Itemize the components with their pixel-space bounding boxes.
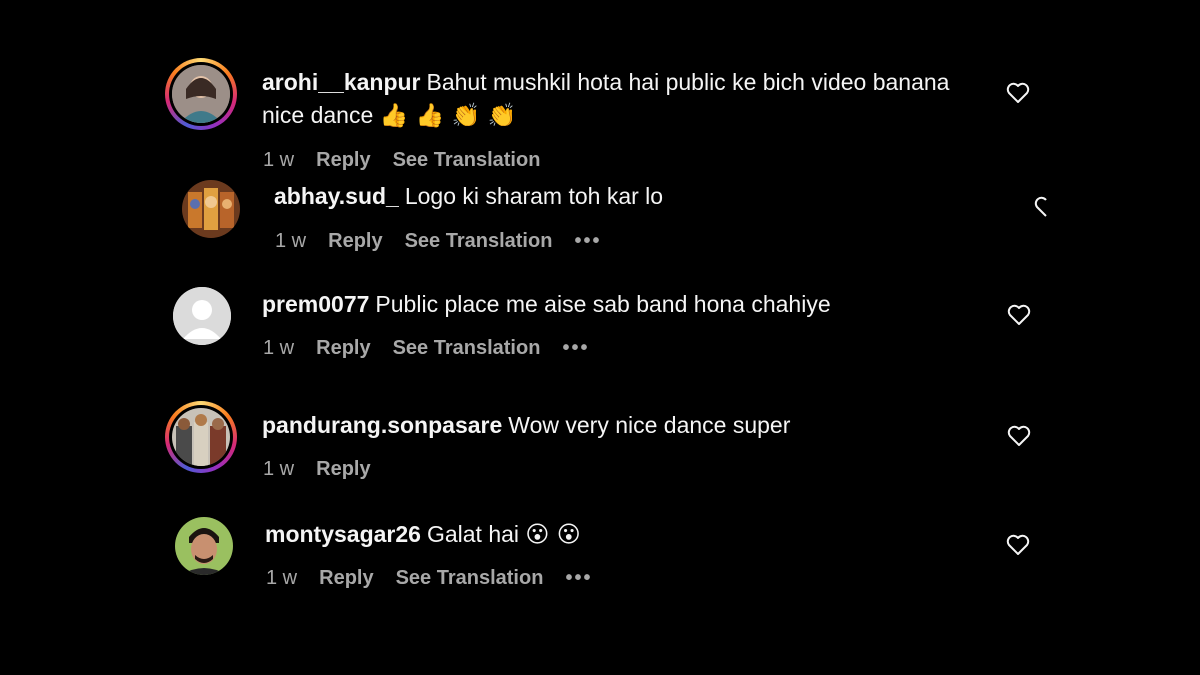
- more-options-icon[interactable]: •••: [562, 337, 589, 360]
- comment-body: Logo ki sharam toh kar lo: [404, 183, 664, 209]
- see-translation-button[interactable]: See Translation: [393, 149, 541, 172]
- comment-emojis: 👍 👍 👏 👏: [379, 103, 517, 129]
- more-options-icon[interactable]: •••: [565, 567, 592, 590]
- see-translation-button[interactable]: See Translation: [405, 230, 553, 253]
- comment-meta: 1 w Reply See Translation: [263, 149, 562, 172]
- timestamp: 1 w: [263, 337, 295, 359]
- comment-body: Galat hai: [426, 521, 520, 547]
- comment-meta: 1 w Reply See Translation •••: [275, 230, 623, 253]
- like-heart-icon[interactable]: [1006, 534, 1030, 556]
- timestamp: 1 w: [266, 567, 298, 589]
- like-heart-icon[interactable]: [1007, 304, 1031, 326]
- see-translation-button[interactable]: See Translation: [393, 337, 541, 360]
- comment-text: montysagar26 Galat hai 😮 😮: [265, 518, 965, 552]
- username[interactable]: prem0077: [262, 291, 369, 317]
- comment-text: arohi__kanpur Bahut mushkil hota hai publ…: [262, 66, 962, 133]
- avatar[interactable]: [173, 287, 231, 345]
- like-heart-icon[interactable]: [1006, 82, 1030, 104]
- comment-meta: 1 w Reply: [263, 458, 393, 481]
- like-heart-icon[interactable]: [1007, 425, 1031, 447]
- comment-body: Wow very nice dance super: [508, 412, 791, 438]
- more-options-icon[interactable]: •••: [574, 230, 601, 253]
- timestamp: 1 w: [263, 458, 295, 480]
- timestamp: 1 w: [275, 230, 307, 252]
- reply-button[interactable]: Reply: [319, 567, 373, 590]
- reply-button[interactable]: Reply: [316, 458, 370, 481]
- username[interactable]: montysagar26: [265, 521, 421, 547]
- comment-meta: 1 w Reply See Translation •••: [266, 567, 614, 590]
- avatar[interactable]: [172, 65, 230, 123]
- comment-emojis: 😮 😮: [525, 522, 581, 548]
- username[interactable]: arohi__kanpur: [262, 69, 421, 95]
- default-user-icon: [173, 287, 231, 345]
- timestamp: 1 w: [263, 149, 295, 171]
- comment-text: abhay.sud_ Logo ki sharam toh kar lo: [274, 180, 974, 213]
- comment-text: prem0077 Public place me aise sab band ho…: [262, 288, 962, 321]
- like-heart-icon[interactable]: [1032, 196, 1048, 218]
- see-translation-button[interactable]: See Translation: [396, 567, 544, 590]
- comment-body: Public place me aise sab band hona chahi…: [375, 291, 831, 317]
- avatar[interactable]: [172, 408, 230, 466]
- username[interactable]: abhay.sud_: [274, 183, 399, 209]
- avatar[interactable]: [182, 180, 240, 238]
- username[interactable]: pandurang.sonpasare: [262, 412, 502, 438]
- reply-button[interactable]: Reply: [316, 149, 370, 172]
- reply-button[interactable]: Reply: [328, 230, 382, 253]
- reply-button[interactable]: Reply: [316, 337, 370, 360]
- comment-text: pandurang.sonpasare Wow very nice dance s…: [262, 409, 962, 442]
- comment-meta: 1 w Reply See Translation •••: [263, 337, 611, 360]
- avatar[interactable]: [175, 517, 233, 575]
